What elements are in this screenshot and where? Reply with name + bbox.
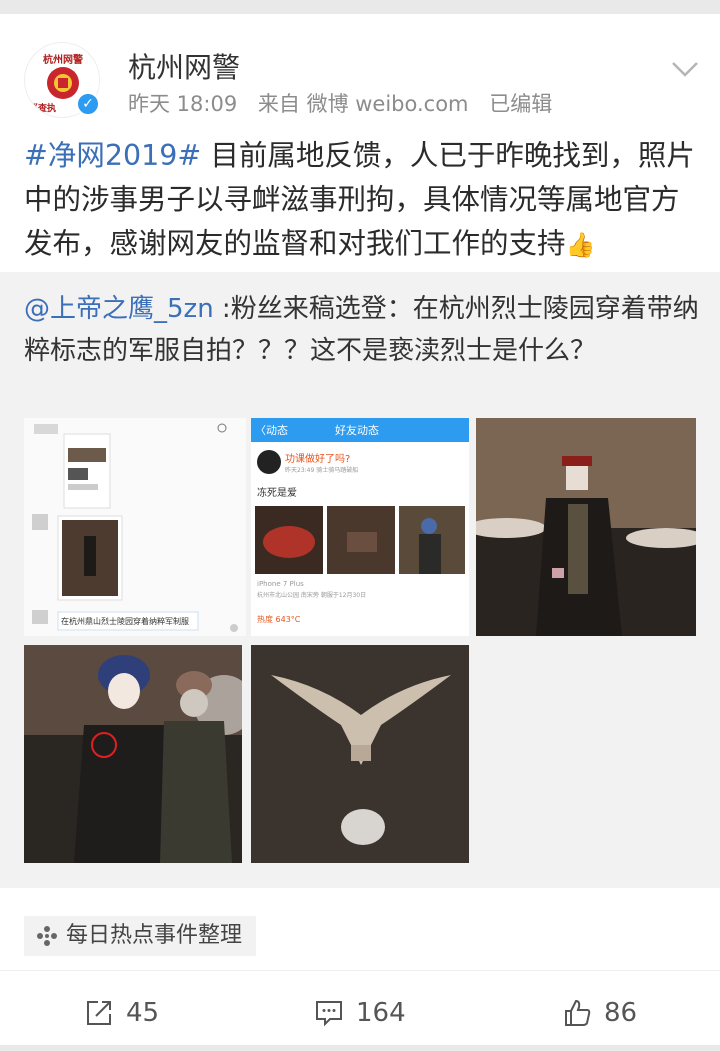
feed-heat: 热度 643°C bbox=[257, 615, 301, 624]
bottom-strip bbox=[0, 1045, 720, 1051]
avatar-bottom-text: 巡查执 bbox=[29, 104, 57, 114]
topic-tag-chip[interactable]: 每日热点事件整理 bbox=[24, 916, 257, 956]
account-name[interactable]: 杭州网警 bbox=[128, 46, 240, 86]
feed-back-link: 〈动态 bbox=[255, 424, 288, 437]
image-uniform-photo[interactable] bbox=[476, 418, 696, 636]
feed-title: 好友动态 bbox=[335, 424, 379, 437]
share-icon bbox=[87, 1001, 111, 1025]
verified-badge-icon: ✓ bbox=[76, 92, 100, 116]
feed-post-caption: 冻死是爱 bbox=[257, 488, 297, 499]
post-source: 来自 微博 weibo.com bbox=[257, 92, 469, 116]
feed-location: 杭州市北山公园 南宋旁 朝服于12月30日 bbox=[257, 592, 367, 599]
like-button[interactable]: 86 bbox=[562, 992, 637, 1034]
topic-tag-label: 每日热点事件整理 bbox=[66, 923, 243, 948]
edited-label[interactable]: 已编辑 bbox=[489, 92, 552, 116]
reposted-content[interactable]: @上帝之鹰_5zn :粉丝来稿选登：在杭州烈士陵园穿着带纳粹标志的军服自拍？？？… bbox=[0, 272, 720, 888]
thumbs-up-emoji: 👍 bbox=[565, 231, 596, 259]
feed-device: iPhone 7 Plus bbox=[257, 580, 304, 588]
post-header: 杭州网警 巡查执 ✓ 杭州网警 昨天 18:09 来自 微博 weibo.com… bbox=[0, 14, 720, 122]
like-count: 86 bbox=[604, 998, 638, 1028]
comment-icon bbox=[316, 1001, 342, 1027]
feed-post-time: 昨天23:49 骑士骑马踏破船 bbox=[285, 467, 359, 474]
comment-count: 164 bbox=[356, 998, 406, 1028]
share-button[interactable]: 45 bbox=[84, 992, 159, 1034]
thumbs-up-icon bbox=[565, 999, 591, 1026]
post-meta: 昨天 18:09 来自 微博 weibo.com 已编辑 bbox=[128, 88, 566, 118]
comment-button[interactable]: 164 bbox=[314, 992, 406, 1034]
avatar-top-text: 杭州网警 bbox=[43, 55, 83, 66]
mention-link[interactable]: @上帝之鹰_5zn bbox=[24, 294, 214, 324]
hashtag-link[interactable]: #净网2019# bbox=[24, 139, 201, 172]
action-bar: 45 164 86 bbox=[0, 992, 720, 1034]
sparkle-icon bbox=[37, 926, 57, 946]
feed-post-user: 功课做好了吗? bbox=[285, 454, 351, 465]
image-feed-screenshot[interactable]: 〈动态 好友动态 功课做好了吗? 昨天23:49 骑士骑马踏破船 冻死是爱 iP… bbox=[251, 418, 469, 636]
chevron-down-icon[interactable] bbox=[670, 54, 700, 84]
feed-avatar bbox=[257, 450, 281, 474]
image-eagle-closeup[interactable] bbox=[251, 645, 469, 863]
image-chat-screenshot[interactable]: 在杭州鼎山烈士陵园穿着纳粹军制服 bbox=[24, 418, 246, 636]
post-time: 昨天 18:09 bbox=[128, 92, 238, 116]
image-two-figures[interactable] bbox=[24, 645, 242, 863]
repost-body: @上帝之鹰_5zn :粉丝来稿选登：在杭州烈士陵园穿着带纳粹标志的军服自拍？？？… bbox=[24, 288, 700, 372]
chat-caption: 在杭州鼎山烈士陵园穿着纳粹军制服 bbox=[61, 617, 189, 626]
share-count: 45 bbox=[126, 998, 160, 1028]
post-body: #净网2019# 目前属地反馈，人已于昨晚找到，照片中的涉事男子以寻衅滋事刑拘，… bbox=[24, 134, 700, 267]
divider bbox=[0, 970, 720, 971]
top-status-strip bbox=[0, 0, 720, 14]
